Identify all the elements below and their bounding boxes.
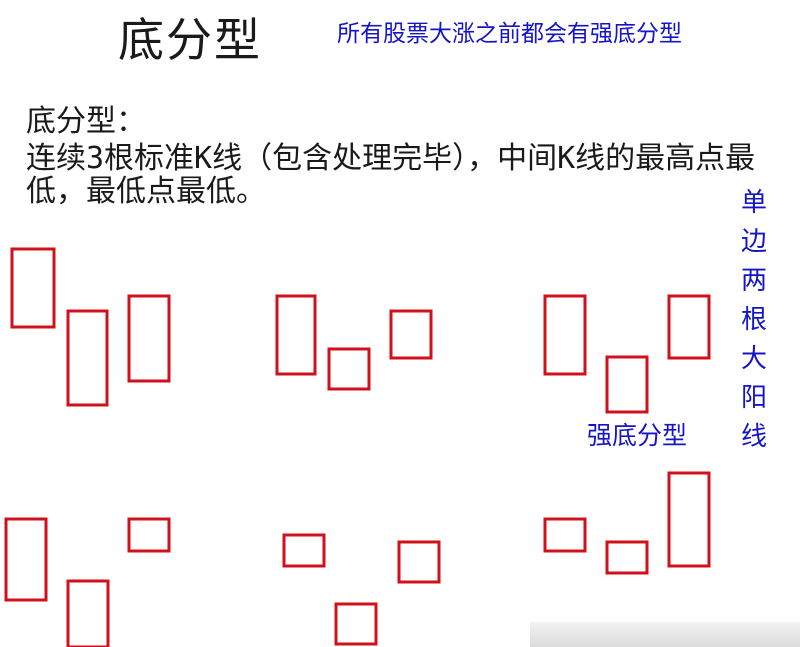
pattern-6: [543, 471, 711, 575]
candle-box-3: [127, 294, 171, 383]
candle-box-2: [327, 347, 371, 391]
pattern-4: [4, 517, 171, 647]
candle-box-1: [282, 533, 326, 568]
pattern-5: [282, 533, 441, 646]
candle-box-2: [66, 579, 110, 647]
candle-box-1: [275, 294, 317, 376]
pattern-2: [275, 294, 433, 391]
candle-box-3: [667, 471, 711, 568]
candle-box-1: [10, 247, 56, 329]
candle-box-3: [397, 540, 441, 584]
candle-diagram: [4, 247, 711, 647]
candle-box-3: [389, 309, 433, 360]
candle-box-2: [334, 602, 378, 646]
candle-box-1: [543, 294, 587, 376]
candle-box-2: [66, 309, 109, 407]
candle-box-3: [127, 517, 171, 553]
candle-box-3: [667, 294, 711, 360]
candle-box-2: [605, 355, 649, 414]
bottom-bar: [530, 622, 800, 647]
strong-pattern-label: 强底分型: [587, 421, 688, 450]
candle-box-1: [4, 517, 48, 602]
pattern-strong: [543, 294, 711, 414]
candle-box-2: [605, 540, 649, 575]
candle-box-1: [543, 517, 587, 553]
pattern-1: [10, 247, 171, 407]
vertical-note: 单边两根大阳线: [740, 188, 767, 452]
